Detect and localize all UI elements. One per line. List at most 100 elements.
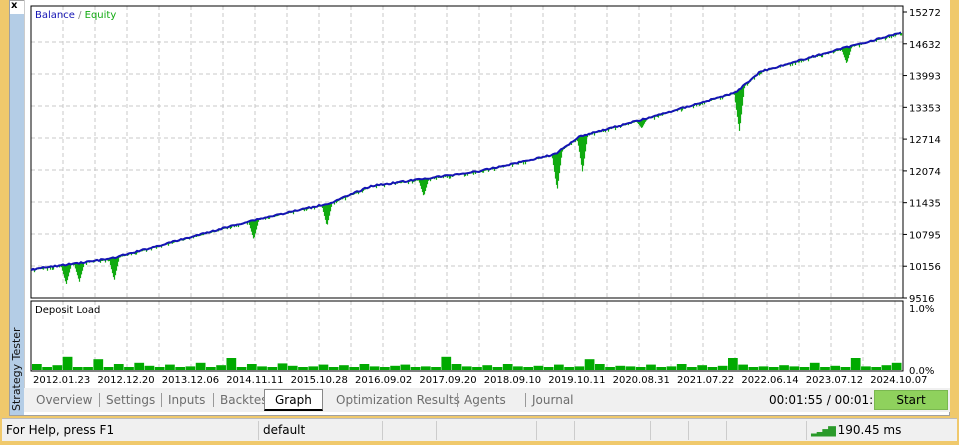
x-tick-label: 2012.12.20 bbox=[97, 375, 154, 386]
deposit-load-bar bbox=[881, 365, 892, 370]
deposit-plot-frame bbox=[30, 300, 904, 372]
y-tick-label: 14632 bbox=[909, 40, 941, 51]
deposit-load-bar bbox=[390, 365, 400, 370]
deposit-load-bar bbox=[676, 364, 687, 370]
tab-settings[interactable]: Settings bbox=[106, 391, 155, 409]
deposit-load-bar bbox=[42, 367, 52, 370]
deposit-load-bar bbox=[717, 365, 728, 370]
deposit-load-bar bbox=[646, 364, 656, 370]
deposit-load-bar bbox=[267, 367, 278, 370]
status-empty bbox=[436, 421, 536, 440]
deposit-load-bar bbox=[625, 366, 636, 370]
tab-separator bbox=[525, 393, 526, 407]
deposit-load-bar bbox=[728, 358, 738, 370]
deposit-load-bar bbox=[62, 356, 73, 370]
tab-optimization-results[interactable]: Optimization Results bbox=[336, 391, 460, 409]
balance-equity-chart: 15272 14632 13993 13353 12714 12074 11435 10795… bbox=[30, 5, 941, 386]
tab-agents[interactable]: Agents bbox=[464, 391, 506, 409]
tab-separator bbox=[161, 393, 162, 407]
deposit-load-bar bbox=[410, 367, 421, 370]
deposit-load-bar bbox=[492, 367, 503, 370]
legend-equity: Equity bbox=[85, 10, 117, 21]
deposit-load-bar bbox=[144, 365, 155, 370]
x-tick-label: 2016.09.02 bbox=[355, 375, 412, 386]
legend: Balance / Equity bbox=[35, 10, 116, 21]
deposit-load-bar bbox=[298, 367, 308, 370]
deposit-load-bar bbox=[32, 364, 42, 370]
deposit-load-bar bbox=[400, 364, 411, 370]
deposit-load-bar bbox=[594, 364, 605, 370]
x-tick-label: 2020.08.31 bbox=[613, 375, 670, 386]
deposit-load-bar bbox=[564, 367, 574, 370]
balance-line bbox=[30, 31, 902, 272]
deposit-load-bar bbox=[339, 365, 349, 370]
tab-journal[interactable]: Journal bbox=[532, 391, 574, 409]
deposit-load-bar bbox=[871, 367, 882, 370]
deposit-load-bar bbox=[318, 364, 329, 370]
x-tick-label: 2023.07.12 bbox=[806, 375, 863, 386]
deposit-load-bar bbox=[635, 367, 646, 370]
deposit-load-bar bbox=[420, 366, 431, 370]
deposit-load-bar bbox=[461, 366, 472, 370]
main-plot-frame bbox=[30, 5, 904, 299]
deposit-load-bar bbox=[850, 358, 861, 370]
deposit-load-bar bbox=[820, 367, 830, 370]
deposit-load-bar bbox=[779, 365, 789, 370]
deposit-load-bar bbox=[226, 358, 237, 370]
deposit-load-bar bbox=[369, 366, 380, 370]
close-icon[interactable]: x bbox=[11, 0, 17, 11]
deposit-load-bar bbox=[482, 365, 493, 370]
deposit-load-bar bbox=[124, 367, 134, 370]
deposit-load-bar bbox=[72, 367, 83, 370]
deposit-load-bar bbox=[533, 365, 544, 370]
deposit-load-bar bbox=[472, 367, 482, 370]
y-tick-label: 12714 bbox=[909, 135, 941, 146]
deposit-load-bar bbox=[523, 367, 534, 370]
tab-inputs[interactable]: Inputs bbox=[168, 391, 205, 409]
start-button[interactable]: Start bbox=[874, 390, 948, 410]
deposit-load-title: Deposit Load bbox=[35, 305, 100, 316]
status-empty bbox=[688, 421, 726, 440]
deposit-load-bar bbox=[605, 367, 615, 370]
deposit-load-bar bbox=[574, 366, 585, 370]
deposit-load-bar bbox=[543, 367, 554, 370]
status-empty bbox=[536, 421, 574, 440]
deposit-load-bar bbox=[380, 367, 390, 370]
deposit-load-bar bbox=[246, 364, 257, 370]
status-help: For Help, press F1 bbox=[6, 423, 115, 437]
deposit-load-bar bbox=[103, 367, 114, 370]
x-tick-label: 2017.09.20 bbox=[419, 375, 476, 386]
status-empty bbox=[382, 421, 436, 440]
y-tick-label: 10156 bbox=[909, 262, 941, 273]
deposit-load-bar bbox=[236, 367, 247, 370]
tab-separator bbox=[213, 393, 214, 407]
y-tick-label: 13353 bbox=[909, 103, 941, 114]
deposit-load-bar bbox=[809, 362, 820, 370]
deposit-load-bar bbox=[830, 365, 841, 370]
deposit-load-bar bbox=[83, 367, 93, 370]
tab-graph[interactable]: Graph bbox=[264, 389, 323, 411]
panel-title: Strategy Tester bbox=[10, 327, 23, 411]
signal-icon: ▂▃▅▇ bbox=[811, 426, 836, 437]
x-tick-label: 2013.12.06 bbox=[162, 375, 219, 386]
tab-overview[interactable]: Overview bbox=[36, 391, 93, 409]
y-tick-label: 13993 bbox=[909, 72, 941, 83]
deposit-load-bar bbox=[615, 365, 626, 370]
x-tick-label: 2018.09.10 bbox=[484, 375, 541, 386]
x-tick-label: 2021.07.22 bbox=[677, 375, 734, 386]
deposit-load-bar bbox=[154, 367, 165, 370]
status-empty bbox=[726, 421, 806, 440]
deposit-load-bar bbox=[738, 364, 748, 370]
deposit-load-bar bbox=[93, 359, 104, 370]
y-tick-label: 12074 bbox=[909, 167, 941, 178]
deposit-load-bar bbox=[861, 366, 871, 370]
deposit-load-bar bbox=[656, 367, 667, 370]
deposit-load-bar bbox=[554, 364, 564, 370]
deposit-load-bar bbox=[584, 359, 595, 370]
deposit-load-bar bbox=[349, 367, 360, 370]
deposit-load-bar bbox=[891, 362, 902, 370]
deposit-load-bar bbox=[748, 367, 759, 370]
y-tick-label: 10795 bbox=[909, 230, 941, 241]
deposit-load-bar bbox=[687, 367, 697, 370]
tab-separator bbox=[99, 393, 100, 407]
